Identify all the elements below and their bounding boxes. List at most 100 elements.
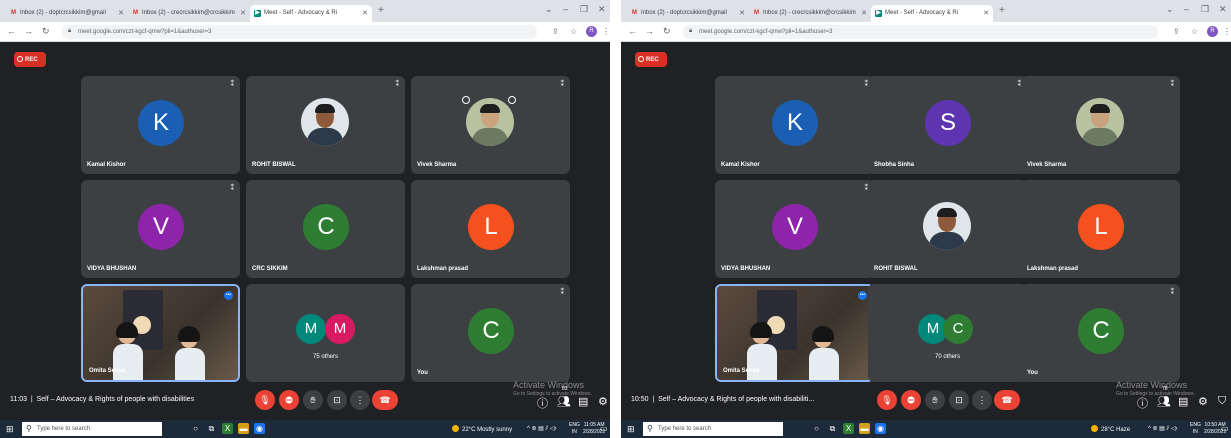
leave-call-button[interactable]: ☎︎ (372, 390, 398, 410)
info-icon[interactable]: ⓘ (1137, 395, 1148, 411)
chat-icon[interactable]: ▤ (578, 395, 588, 408)
self-tile[interactable]: C ⁑ You (411, 284, 570, 382)
tab-gmail-2[interactable]: M Inbox (2) - crecrcsikkim@crcsikkim ✕ (749, 5, 871, 22)
participant-tile[interactable]: K ⁑ Kamal Kishor (715, 76, 874, 174)
tab-meet[interactable]: ▶ Meet - Self - Advocacy & Ri ✕ (871, 5, 993, 22)
chevron-down-icon[interactable]: ⌄ (545, 4, 553, 15)
participant-tile[interactable]: ⁑ Vivek Sharma (411, 76, 570, 174)
participant-tile[interactable]: C CRC SIKKIM (246, 180, 405, 278)
excel-icon[interactable]: X (222, 423, 233, 434)
cortana-icon[interactable]: ○ (190, 423, 201, 434)
participant-tile[interactable]: L Lakshman prasad (411, 180, 570, 278)
more-vert-icon[interactable]: ⋮ (1223, 27, 1231, 36)
forward-arrow-icon[interactable]: → (24, 26, 33, 36)
tab-gmail-1[interactable]: M Inbox (2) - doptcrcsikkim@gmail ✕ (6, 5, 128, 22)
windows-start-icon[interactable]: ⊞ (627, 424, 635, 435)
participant-video-tile[interactable]: ••• Omita Sense (81, 284, 240, 382)
participant-video-tile[interactable]: ••• Omita Sense (715, 284, 874, 382)
forward-arrow-icon[interactable]: → (645, 26, 654, 36)
others-tile[interactable]: M M 75 others (246, 284, 405, 382)
profile-avatar[interactable]: R (586, 26, 597, 37)
others-tile[interactable]: M C 70 others (868, 284, 1027, 382)
close-icon[interactable]: ✕ (739, 9, 745, 17)
leave-call-button[interactable]: ☎︎ (994, 390, 1020, 410)
close-icon[interactable]: ✕ (362, 9, 368, 17)
back-arrow-icon[interactable]: ← (628, 26, 637, 36)
bookmark-star-icon[interactable]: ☆ (570, 27, 577, 36)
system-tray-icons[interactable]: ^ ⊚ ▤ ⫽ ◁› (1148, 425, 1177, 433)
present-button[interactable]: ⊡ (327, 390, 347, 410)
cortana-icon[interactable]: ○ (811, 423, 822, 434)
taskbar-search-input[interactable]: ⚲ Type here to search (643, 422, 783, 436)
participant-tile[interactable]: ROHIT BISWAL (868, 180, 1027, 278)
url-field[interactable]: 🔒︎ meet.google.com/czt-kgcf-qmw?pli=1&au… (62, 25, 537, 39)
more-options-button[interactable]: ⋮ (350, 390, 370, 410)
people-icon[interactable]: 👥︎ (557, 395, 571, 408)
new-tab-plus-icon[interactable]: + (999, 5, 1005, 16)
chevron-down-icon[interactable]: ⌄ (1166, 4, 1174, 15)
weather-widget[interactable]: 28°C Haze (1091, 425, 1130, 433)
file-explorer-icon[interactable]: ▬ (238, 423, 249, 434)
notification-icon[interactable]: ▭ (600, 424, 608, 433)
activities-icon[interactable]: ⚙︎ (1198, 395, 1208, 408)
windows-start-icon[interactable]: ⊞ (6, 424, 14, 435)
minimize-icon[interactable]: – (563, 4, 568, 14)
maximize-icon[interactable]: ❐ (580, 4, 588, 15)
close-icon[interactable]: ✕ (240, 9, 246, 17)
mic-toggle-button[interactable]: 🎙︎ (255, 390, 275, 410)
language-indicator[interactable]: ENG IN (1190, 422, 1201, 436)
remove-icon[interactable] (508, 96, 516, 104)
new-tab-plus-icon[interactable]: + (378, 5, 384, 16)
task-view-icon[interactable]: ⧉ (206, 423, 217, 434)
raise-hand-button[interactable]: ✋︎ (303, 390, 323, 410)
participant-tile[interactable]: ⁑ Vivek Sharma (1021, 76, 1180, 174)
camera-toggle-button[interactable]: ⛔︎ (279, 390, 299, 410)
raise-hand-button[interactable]: ✋︎ (925, 390, 945, 410)
more-options-button[interactable]: ⋮ (972, 390, 992, 410)
participant-tile[interactable]: V ⁑ VIDYA BHUSHAN (715, 180, 874, 278)
present-button[interactable]: ⊡ (949, 390, 969, 410)
mic-toggle-button[interactable]: 🎙︎ (877, 390, 897, 410)
self-tile[interactable]: C ⁑ You (1021, 284, 1180, 382)
weather-widget[interactable]: 22°C Mostly sunny (452, 425, 512, 433)
participant-tile[interactable]: L Lakshman prasad (1021, 180, 1180, 278)
close-icon[interactable]: ✕ (861, 9, 867, 17)
participant-tile[interactable]: K ⁑ Kamal Kishor (81, 76, 240, 174)
window-close-icon[interactable]: ✕ (598, 4, 606, 15)
people-icon[interactable]: 👥︎ (1157, 395, 1171, 408)
taskbar-search-input[interactable]: ⚲ Type here to search (22, 422, 162, 436)
activities-icon[interactable]: ⚙︎ (598, 395, 608, 408)
tab-gmail-2[interactable]: M Inbox (2) - crecrcsikkim@crcsikkim ✕ (128, 5, 250, 22)
notification-icon[interactable]: ▭ (1221, 424, 1229, 433)
share-icon[interactable]: ⇪ (552, 27, 559, 36)
bookmark-star-icon[interactable]: ☆ (1191, 27, 1198, 36)
chrome-icon[interactable]: ◉ (875, 423, 886, 434)
maximize-icon[interactable]: ❐ (1201, 4, 1209, 15)
system-tray-icons[interactable]: ^ ⊚ ▤ ⫽ ◁› (527, 425, 556, 433)
pin-icon[interactable] (462, 96, 470, 104)
participant-tile[interactable]: ⁑ ROHIT BISWAL (246, 76, 405, 174)
excel-icon[interactable]: X (843, 423, 854, 434)
task-view-icon[interactable]: ⧉ (827, 423, 838, 434)
host-controls-icon[interactable]: ⛉ (1218, 395, 1226, 408)
chrome-icon[interactable]: ◉ (254, 423, 265, 434)
reload-icon[interactable]: ↻ (663, 26, 671, 37)
url-field[interactable]: 🔒︎ meet.google.com/czt-kgcf-qmw?pli=1&au… (683, 25, 1158, 39)
reload-icon[interactable]: ↻ (42, 26, 50, 37)
share-icon[interactable]: ⇪ (1173, 27, 1180, 36)
minimize-icon[interactable]: – (1184, 4, 1189, 14)
more-vert-icon[interactable]: ⋮ (602, 27, 610, 36)
file-explorer-icon[interactable]: ▬ (859, 423, 870, 434)
close-icon[interactable]: ✕ (118, 9, 124, 17)
participant-tile[interactable]: S ⁑ Shobha Sinha (868, 76, 1027, 174)
language-indicator[interactable]: ENG IN (569, 422, 580, 436)
participant-tile[interactable]: V ⁑ VIDYA BHUSHAN (81, 180, 240, 278)
back-arrow-icon[interactable]: ← (7, 26, 16, 36)
profile-avatar[interactable]: R (1207, 26, 1218, 37)
camera-toggle-button[interactable]: ⛔︎ (901, 390, 921, 410)
chat-icon[interactable]: ▤ (1178, 395, 1188, 408)
tab-gmail-1[interactable]: M Inbox (2) - doptcrcsikkim@gmail ✕ (627, 5, 749, 22)
window-close-icon[interactable]: ✕ (1219, 4, 1227, 15)
info-icon[interactable]: ⓘ (537, 395, 548, 411)
tab-meet[interactable]: ▶ Meet - Self - Advocacy & Ri ✕ (250, 5, 372, 22)
